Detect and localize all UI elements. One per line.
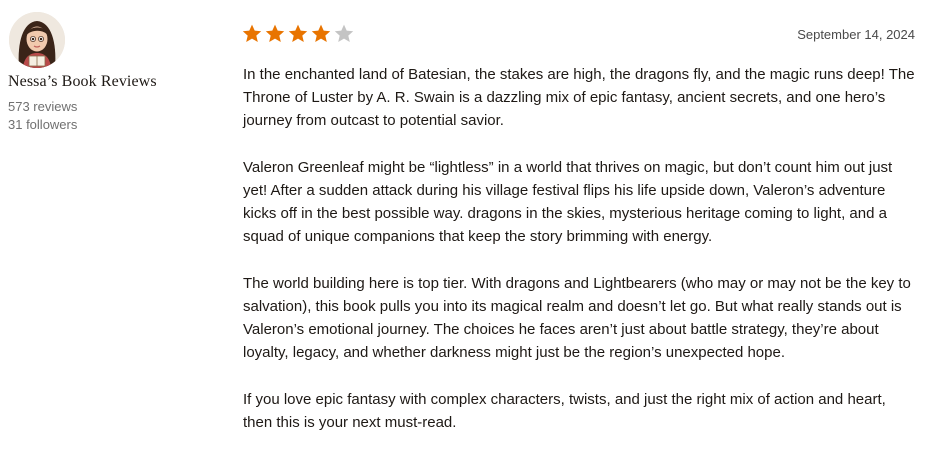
star-filled-icon[interactable] [241, 23, 263, 45]
review-date[interactable]: September 14, 2024 [797, 27, 915, 42]
review-paragraph: Valeron Greenleaf might be “lightless” i… [243, 159, 893, 245]
review-body: In the enchanted land of Batesian, the s… [243, 63, 918, 434]
followers-count[interactable]: 31 followers [8, 116, 208, 134]
reviewer-avatar-image [9, 12, 65, 68]
review-paragraph: In the enchanted land of Batesian, the s… [243, 66, 915, 129]
reviewer-name[interactable]: Nessa’s Book Reviews [8, 73, 208, 91]
review-card: September 14, 2024 In the enchanted land… [241, 23, 918, 458]
star-empty-icon[interactable] [333, 23, 355, 45]
star-filled-icon[interactable] [310, 23, 332, 45]
star-rating[interactable] [241, 23, 355, 45]
review-header: September 14, 2024 [241, 23, 918, 45]
star-filled-icon[interactable] [287, 23, 309, 45]
review-paragraph: If you love epic fantasy with complex ch… [243, 391, 886, 431]
reviewer-profile: Nessa’s Book Reviews 573 reviews 31 foll… [8, 12, 208, 134]
review-paragraph: The world building here is top tier. Wit… [243, 275, 911, 361]
reviewer-stats: 573 reviews 31 followers [8, 98, 208, 134]
avatar[interactable] [9, 12, 65, 68]
star-filled-icon[interactable] [264, 23, 286, 45]
reviews-count[interactable]: 573 reviews [8, 98, 208, 116]
